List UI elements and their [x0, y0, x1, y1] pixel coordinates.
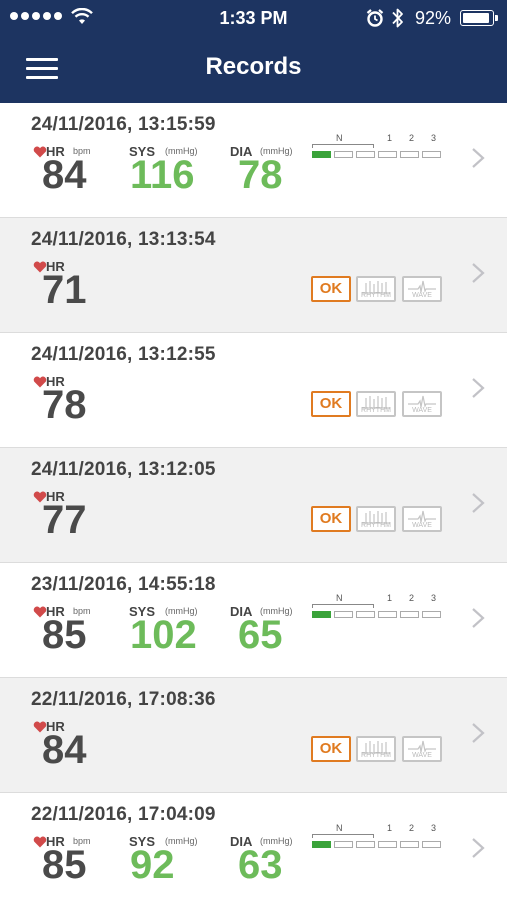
ok-badge: OK — [311, 736, 351, 762]
bp-level-segment — [422, 611, 441, 618]
chevron-right-icon[interactable] — [471, 492, 485, 514]
scale-label-n: N — [336, 823, 343, 833]
rhythm-label: RHYTHM — [361, 522, 391, 529]
bp-level-segment — [378, 151, 397, 158]
scale-label-3: 3 — [431, 593, 437, 603]
bp-level-segment — [422, 841, 441, 848]
bp-level-segment — [356, 151, 375, 158]
bp-level-segment — [400, 611, 419, 618]
record-datetime: 24/11/2016, 13:15:59 — [31, 114, 216, 135]
wave-label: WAVE — [412, 407, 432, 414]
bp-level-segment — [378, 611, 397, 618]
battery-percentage: 92% — [415, 8, 452, 28]
sys-value: 92 — [130, 843, 175, 887]
scale-bracket — [312, 834, 374, 838]
bp-level-segment — [400, 841, 419, 848]
wave-icon: WAVE — [402, 506, 442, 532]
ok-badge: OK — [311, 391, 351, 417]
scale-label-1: 1 — [387, 823, 393, 833]
scale-bracket — [312, 144, 374, 148]
hr-value: 71 — [42, 268, 87, 312]
record-row[interactable]: 24/11/2016, 13:12:05 HR 77 OK RHYTHM WAVE — [0, 448, 507, 563]
bp-level-segment — [400, 151, 419, 158]
scale-label-n: N — [336, 133, 343, 143]
sys-value: 102 — [130, 613, 197, 657]
scale-bracket — [312, 604, 374, 608]
record-row[interactable]: 22/11/2016, 17:08:36 HR 84 OK RHYTHM WAVE — [0, 678, 507, 793]
page-title: Records — [205, 53, 302, 80]
bp-level-scale: N 1 2 3 — [312, 133, 446, 163]
bp-level-segment — [312, 151, 331, 158]
dia-value: 78 — [238, 153, 283, 197]
chevron-right-icon[interactable] — [471, 722, 485, 744]
bp-level-segment — [334, 841, 353, 848]
dia-value: 65 — [238, 613, 283, 657]
bp-level-segment — [422, 151, 441, 158]
record-datetime: 24/11/2016, 13:13:54 — [31, 229, 216, 250]
records-list: 24/11/2016, 13:15:59 HR bpm SYS (mmHg) DIA (mm… — [0, 103, 507, 900]
wave-icon: WAVE — [402, 276, 442, 302]
rhythm-icon: RHYTHM — [356, 736, 396, 762]
record-row[interactable]: 22/11/2016, 17:04:09 HR bpm SYS (mmHg) DIA (mm… — [0, 793, 507, 900]
record-row[interactable]: 24/11/2016, 13:12:55 HR 78 OK RHYTHM WAVE — [0, 333, 507, 448]
record-row[interactable]: 24/11/2016, 13:13:54 HR 71 OK RHYTHM WAVE — [0, 218, 507, 333]
bp-level-segment — [356, 611, 375, 618]
wave-label: WAVE — [412, 522, 432, 529]
bluetooth-icon — [392, 8, 403, 28]
rhythm-icon: RHYTHM — [356, 506, 396, 532]
record-datetime: 22/11/2016, 17:08:36 — [31, 689, 216, 710]
app-header: 1:33 PM 92% Records — [0, 0, 507, 103]
chevron-right-icon[interactable] — [471, 837, 485, 859]
rhythm-label: RHYTHM — [361, 752, 391, 759]
hr-value: 85 — [42, 843, 87, 887]
chevron-right-icon[interactable] — [471, 147, 485, 169]
hr-value: 77 — [42, 498, 87, 542]
bp-level-segment — [334, 151, 353, 158]
record-row[interactable]: 24/11/2016, 13:15:59 HR bpm SYS (mmHg) DIA (mm… — [0, 103, 507, 218]
scale-label-2: 2 — [409, 133, 415, 143]
rhythm-icon: RHYTHM — [356, 391, 396, 417]
sys-value: 116 — [130, 153, 195, 197]
scale-label-n: N — [336, 593, 343, 603]
dia-value: 63 — [238, 843, 283, 887]
ok-badge: OK — [311, 276, 351, 302]
rhythm-icon: RHYTHM — [356, 276, 396, 302]
rhythm-label: RHYTHM — [361, 292, 391, 299]
battery-icon — [460, 10, 498, 26]
rhythm-label: RHYTHM — [361, 407, 391, 414]
chevron-right-icon[interactable] — [471, 377, 485, 399]
record-datetime: 22/11/2016, 17:04:09 — [31, 804, 216, 825]
status-bar: 1:33 PM 92% — [0, 0, 507, 36]
scale-label-2: 2 — [409, 823, 415, 833]
hr-value: 78 — [42, 383, 87, 427]
bp-level-segment — [356, 841, 375, 848]
wave-label: WAVE — [412, 752, 432, 759]
scale-label-2: 2 — [409, 593, 415, 603]
wave-icon: WAVE — [402, 736, 442, 762]
record-datetime: 24/11/2016, 13:12:05 — [31, 459, 216, 480]
bp-level-scale: N 1 2 3 — [312, 823, 446, 853]
record-datetime: 23/11/2016, 14:55:18 — [31, 574, 216, 595]
bp-level-segment — [312, 841, 331, 848]
chevron-right-icon[interactable] — [471, 607, 485, 629]
record-datetime: 24/11/2016, 13:12:55 — [31, 344, 216, 365]
bp-level-scale: N 1 2 3 — [312, 593, 446, 623]
hr-value: 84 — [42, 728, 87, 772]
bp-level-segment — [334, 611, 353, 618]
hr-value: 85 — [42, 613, 87, 657]
alarm-icon — [366, 9, 384, 27]
scale-label-1: 1 — [387, 593, 393, 603]
scale-label-3: 3 — [431, 133, 437, 143]
hr-value: 84 — [42, 153, 87, 197]
scale-label-1: 1 — [387, 133, 393, 143]
bp-level-segment — [312, 611, 331, 618]
record-row[interactable]: 23/11/2016, 14:55:18 HR bpm SYS (mmHg) DIA (mm… — [0, 563, 507, 678]
scale-label-3: 3 — [431, 823, 437, 833]
wave-icon: WAVE — [402, 391, 442, 417]
ok-badge: OK — [311, 506, 351, 532]
wave-label: WAVE — [412, 292, 432, 299]
chevron-right-icon[interactable] — [471, 262, 485, 284]
bp-level-segment — [378, 841, 397, 848]
